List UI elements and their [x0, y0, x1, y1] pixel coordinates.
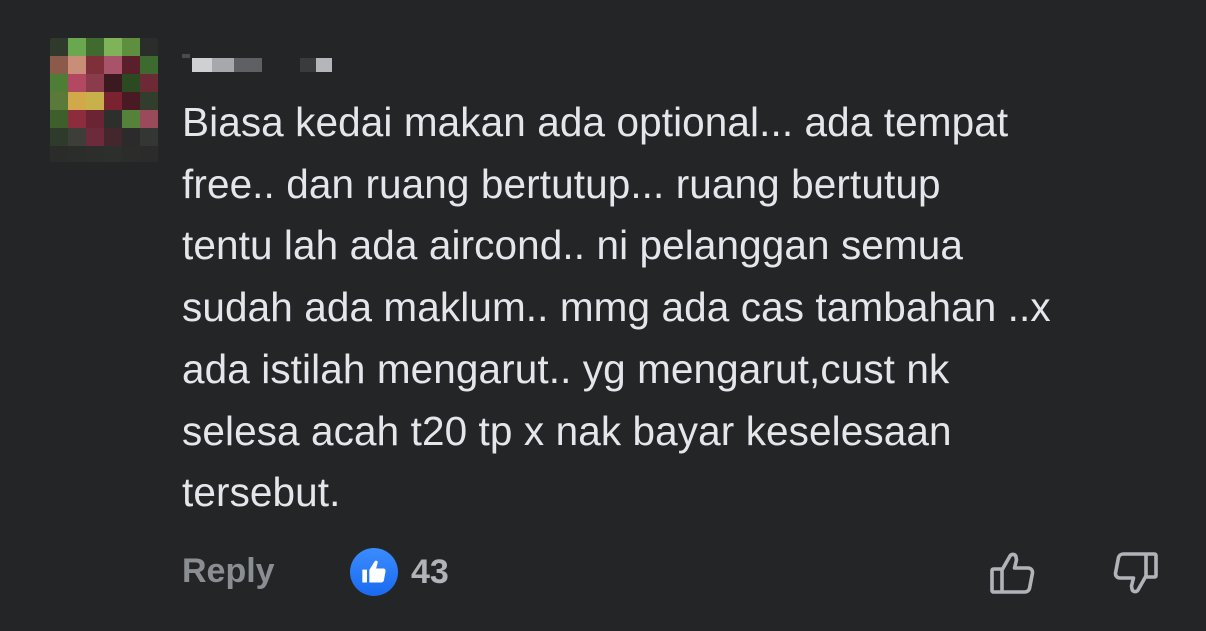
reaction-summary[interactable]: 43: [350, 548, 449, 596]
thumbs-down-outline-icon[interactable]: [1110, 548, 1160, 598]
comment-text: Biasa kedai makan ada optional... ada te…: [182, 99, 1051, 516]
comment-actions: Reply 43: [0, 548, 1206, 600]
avatar[interactable]: [50, 38, 158, 162]
reply-button[interactable]: Reply: [182, 552, 275, 591]
reaction-count: 43: [411, 552, 449, 591]
like-icon: [350, 548, 398, 596]
thumbs-up-outline-icon[interactable]: [988, 548, 1038, 598]
